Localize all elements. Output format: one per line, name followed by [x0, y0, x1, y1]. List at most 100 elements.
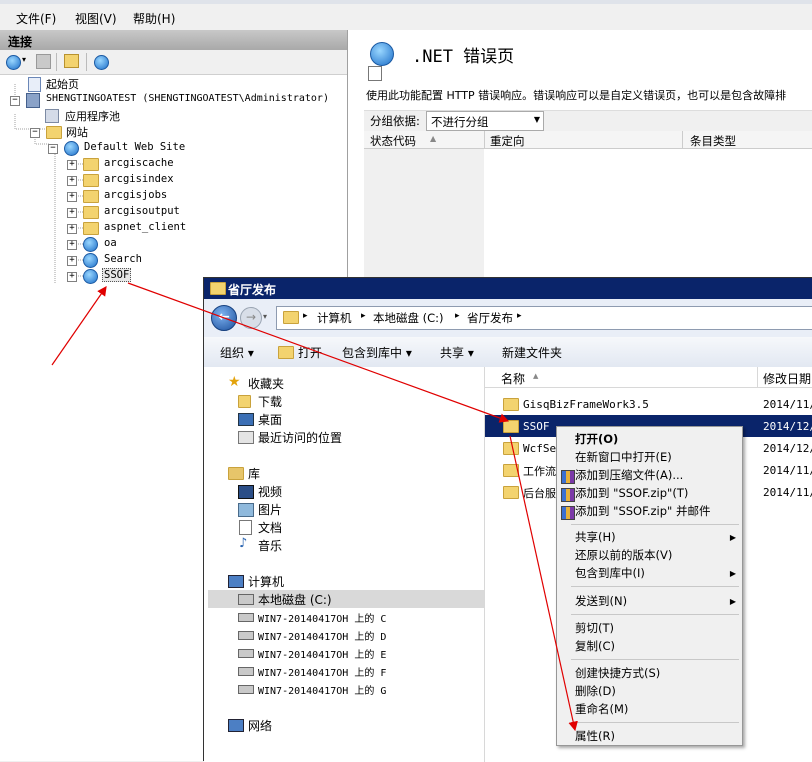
network-drive-icon	[238, 685, 254, 694]
history-dropdown-icon[interactable]: ▾	[263, 312, 267, 321]
file-row[interactable]: GisqBizFrameWork3.5 2014/11/1	[485, 393, 812, 415]
sort-icon: ▲	[533, 372, 539, 380]
back-arrow-icon[interactable]: ←	[211, 305, 237, 331]
folder-icon	[83, 222, 99, 235]
drive-icon	[238, 594, 254, 605]
folder-icon	[83, 174, 99, 187]
context-menu: 打开(O) 在新窗口中打开(E) 添加到压缩文件(A)... 添加到 "SSOF…	[556, 426, 743, 746]
submenu-arrow-icon: ▶	[729, 533, 736, 542]
address-bar[interactable]: ▸ 计算机 ▸ 本地磁盘 (C:) ▸ 省厅发布 ▸	[276, 306, 812, 330]
col-status-code[interactable]: 状态代码	[370, 133, 416, 149]
star-icon: ★	[228, 374, 241, 390]
disconnect-icon[interactable]	[94, 55, 109, 70]
include-library-button[interactable]: 包含到库中 ▾	[342, 344, 412, 361]
nav-label: 下载	[258, 395, 283, 409]
connect-icon[interactable]	[6, 55, 21, 70]
expand-icon[interactable]: +	[67, 224, 77, 234]
col-date[interactable]: 修改日期	[763, 370, 811, 387]
collapse-icon[interactable]: −	[48, 144, 58, 154]
breadcrumb-folder[interactable]: 省厅发布	[467, 310, 513, 326]
file-date: 2014/12/0	[763, 442, 812, 455]
group-by-label: 分组依据:	[370, 114, 420, 128]
computer-icon	[228, 575, 244, 588]
picture-icon	[238, 503, 254, 517]
menu-separator	[571, 586, 739, 587]
toolbar-divider-2	[86, 53, 87, 71]
expand-icon[interactable]: +	[67, 272, 77, 282]
file-name: 工作流	[523, 465, 556, 478]
expand-icon[interactable]: +	[67, 160, 77, 170]
col-entry-type[interactable]: 条目类型	[690, 133, 736, 149]
feature-description: 使用此功能配置 HTTP 错误响应。错误响应可以是自定义错误页，也可以是包含故障…	[366, 89, 787, 102]
menu-delete[interactable]: 删除(D)	[575, 682, 616, 700]
menu-properties[interactable]: 属性(R)	[575, 727, 615, 745]
menu-add-zip-mail[interactable]: 添加到 "SSOF.zip" 并邮件	[575, 502, 711, 520]
menu-open-new-window[interactable]: 在新窗口中打开(E)	[575, 448, 672, 466]
menu-rename[interactable]: 重命名(M)	[575, 700, 628, 718]
nav-label: 计算机	[248, 575, 285, 589]
file-date: 2014/11/1	[763, 398, 812, 411]
default-site-label: Default Web Site	[84, 141, 186, 153]
node-label-selected: SSOF	[102, 268, 132, 282]
server-icon	[26, 93, 40, 108]
menu-share[interactable]: 共享(H)	[575, 528, 616, 546]
sort-icon: ▲	[430, 134, 437, 143]
menu-send-to[interactable]: 发送到(N)	[575, 592, 627, 610]
menu-create-shortcut[interactable]: 创建快捷方式(S)	[575, 664, 660, 682]
video-icon	[238, 485, 254, 499]
organize-button[interactable]: 组织 ▾	[220, 344, 254, 361]
menu-view[interactable]: 视图(V)	[75, 10, 117, 27]
collapse-icon[interactable]: −	[10, 96, 20, 106]
menu-add-zip[interactable]: 添加到 "SSOF.zip"(T)	[575, 484, 688, 502]
expand-icon[interactable]: +	[67, 256, 77, 266]
breadcrumb-chevron-icon[interactable]: ▸	[303, 311, 308, 321]
folder-icon	[283, 311, 299, 324]
nav-label: 库	[248, 467, 261, 481]
archive-icon	[561, 506, 575, 520]
forward-arrow-icon[interactable]: →	[240, 307, 262, 329]
expand-icon[interactable]: +	[67, 240, 77, 250]
explorer-titlebar[interactable]: 省厅发布	[204, 278, 812, 299]
menu-add-archive[interactable]: 添加到压缩文件(A)...	[575, 466, 683, 484]
expand-icon[interactable]: +	[67, 192, 77, 202]
open-button[interactable]: 打开	[298, 344, 322, 361]
col-divider	[682, 131, 683, 148]
list-header: 状态代码 ▲ 重定向 条目类型	[364, 131, 812, 149]
up-icon[interactable]	[64, 54, 79, 68]
node-label: arcgisindex	[104, 173, 174, 185]
group-by-select[interactable]: 不进行分组 ▼	[426, 111, 544, 131]
menu-copy[interactable]: 复制(C)	[575, 637, 615, 655]
downloads-icon	[238, 395, 251, 408]
menu-help[interactable]: 帮助(H)	[133, 10, 175, 27]
menu-restore-versions[interactable]: 还原以前的版本(V)	[575, 546, 672, 564]
menu-include-library[interactable]: 包含到库中(I)	[575, 564, 645, 582]
breadcrumb-computer[interactable]: 计算机	[317, 310, 352, 326]
new-folder-button[interactable]: 新建文件夹	[502, 344, 562, 361]
share-button[interactable]: 共享 ▾	[440, 344, 474, 361]
breadcrumb-chevron-icon[interactable]: ▸	[455, 311, 460, 321]
group-by-value: 不进行分组	[431, 115, 489, 129]
app-pools-label: 应用程序池	[65, 110, 120, 123]
desktop-icon	[238, 413, 254, 426]
server-label: SHENGTINGOATEST (SHENGTINGOATEST\Adminis…	[46, 93, 329, 104]
col-redirect[interactable]: 重定向	[490, 133, 525, 149]
menu-file[interactable]: 文件(F)	[16, 10, 56, 27]
network-drive-icon	[238, 649, 254, 658]
expand-icon[interactable]: +	[67, 176, 77, 186]
expand-icon[interactable]: +	[67, 208, 77, 218]
breadcrumb-chevron-icon[interactable]: ▸	[517, 311, 522, 321]
collapse-icon[interactable]: −	[30, 128, 40, 138]
connect-dropdown-icon[interactable]: ▾	[22, 55, 26, 64]
breadcrumb-drive[interactable]: 本地磁盘 (C:)	[373, 310, 444, 326]
app-pool-icon	[45, 109, 59, 123]
menu-open[interactable]: 打开(O)	[575, 430, 618, 448]
iis-menubar: 文件(F) 视图(V) 帮助(H)	[0, 0, 812, 30]
app-globe-icon	[83, 269, 98, 284]
node-label: arcgisjobs	[104, 189, 168, 201]
col-name[interactable]: 名称	[501, 370, 525, 387]
breadcrumb-chevron-icon[interactable]: ▸	[361, 311, 366, 321]
save-icon[interactable]	[36, 54, 51, 69]
nav-label: 图片	[258, 503, 283, 517]
menu-cut[interactable]: 剪切(T)	[575, 619, 614, 637]
network-icon	[228, 719, 244, 732]
